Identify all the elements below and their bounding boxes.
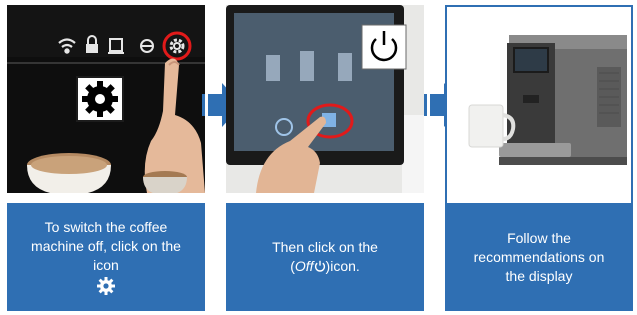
- step-2-panel: Then click on the (Off )icon.: [226, 5, 424, 311]
- step-2-caption: Then click on the (Off )icon.: [226, 203, 424, 311]
- step-2-illustration: [226, 5, 424, 193]
- step-2-caption-line-2: (Off )icon.: [290, 257, 360, 276]
- step-3-panel: Follow the recommendations on the displa…: [445, 5, 633, 311]
- coffee-cup-left: [27, 153, 111, 193]
- step-3-caption-text: Follow the recommendations on the displa…: [473, 229, 605, 284]
- gear-icon: [97, 277, 115, 295]
- step-1-caption-text: To switch the coffee machine off, click …: [31, 219, 181, 273]
- step-2-photo: [226, 5, 424, 193]
- power-icon: [314, 260, 325, 272]
- step-3-photo: [447, 7, 631, 195]
- step-2-caption-line-1: Then click on the: [272, 239, 378, 255]
- step-1-caption: To switch the coffee machine off, click …: [7, 203, 205, 311]
- off-label: Off: [294, 258, 314, 274]
- coffee-machine-illustration: [447, 7, 631, 193]
- power-callout: [361, 24, 407, 70]
- icon-word: icon.: [330, 258, 360, 274]
- step-1-illustration: [7, 5, 205, 193]
- step-1-photo: [7, 5, 205, 193]
- step-3-caption: Follow the recommendations on the displa…: [447, 203, 631, 311]
- gear-callout: [76, 76, 124, 122]
- step-1-panel: To switch the coffee machine off, click …: [7, 5, 205, 311]
- coffee-cup-right: [143, 171, 187, 193]
